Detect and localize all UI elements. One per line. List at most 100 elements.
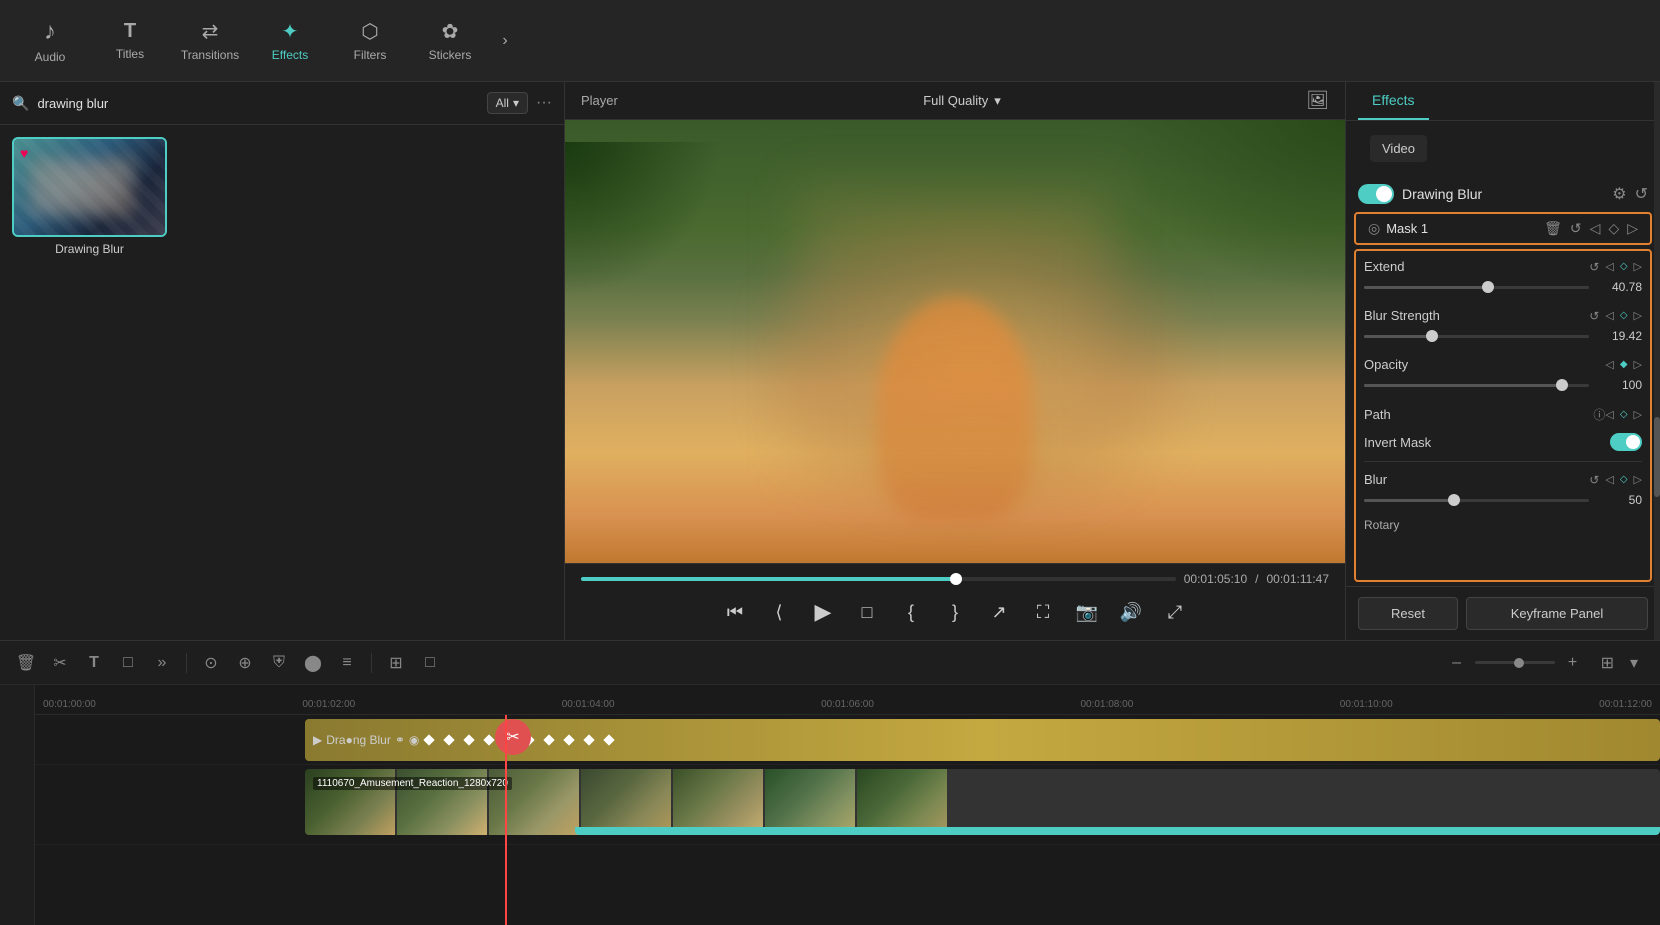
- zoom-track[interactable]: [1475, 661, 1555, 664]
- blur-strength-diamond-icon[interactable]: ◇: [1620, 310, 1628, 321]
- extend-thumb[interactable]: [1482, 281, 1494, 293]
- track-link-icon: ⚭: [395, 733, 405, 747]
- mask-next-icon[interactable]: ▷: [1627, 220, 1638, 237]
- tl-more-button[interactable]: »: [148, 649, 176, 677]
- opacity-next-icon[interactable]: ▷: [1634, 358, 1642, 371]
- progress-bar[interactable]: [581, 577, 1176, 581]
- play-button[interactable]: ▶: [807, 596, 839, 628]
- screenshot-icon[interactable]: 🖼: [1306, 90, 1329, 111]
- zoom-thumb[interactable]: [1514, 658, 1524, 668]
- tl-zoom-in-button[interactable]: +: [1559, 649, 1587, 677]
- filter-dropdown[interactable]: All ▾: [487, 92, 528, 114]
- blur-strength-prev-icon[interactable]: ◁: [1605, 309, 1613, 322]
- blur-strength-slider[interactable]: [1364, 335, 1589, 338]
- quality-selector[interactable]: Full Quality ▾: [923, 93, 1001, 109]
- blur-slider[interactable]: [1364, 499, 1589, 502]
- opacity-diamond-icon[interactable]: ◆: [1620, 359, 1628, 370]
- toolbar-filters[interactable]: ⬡ Filters: [330, 6, 410, 76]
- time-separator: /: [1255, 572, 1258, 586]
- ruler-mark-6: 00:01:10:00: [1340, 699, 1393, 710]
- toolbar-stickers[interactable]: ✿ Stickers: [410, 6, 490, 76]
- audio-button[interactable]: 🔊: [1115, 596, 1147, 628]
- path-prev-icon[interactable]: ◁: [1605, 408, 1613, 421]
- mark-out-button[interactable]: }: [939, 596, 971, 628]
- toolbar-titles[interactable]: T Titles: [90, 6, 170, 76]
- tl-split-button[interactable]: ⊞: [382, 649, 410, 677]
- right-scrollbar-thumb[interactable]: [1654, 417, 1660, 497]
- prop-blur-strength: Blur Strength ↺ ◁ ◇ ▷ 19.42: [1364, 308, 1642, 343]
- extend-next-icon[interactable]: ▷: [1634, 260, 1642, 273]
- mask-prev-icon[interactable]: ◁: [1590, 220, 1601, 237]
- tl-cut-button[interactable]: ✂: [46, 649, 74, 677]
- effect-card-drawing-blur[interactable]: ♥ Drawing Blur: [12, 137, 167, 256]
- step-back-button[interactable]: ⟨: [763, 596, 795, 628]
- more-options-icon[interactable]: ···: [536, 94, 552, 112]
- keyframe-panel-button[interactable]: Keyframe Panel: [1466, 597, 1648, 630]
- progress-thumb[interactable]: [950, 573, 962, 585]
- blur-next-icon[interactable]: ▷: [1634, 473, 1642, 486]
- filters-label: Filters: [354, 48, 387, 62]
- blur-reset-icon[interactable]: ↺: [1589, 473, 1599, 487]
- toolbar-transitions[interactable]: ⇄ Transitions: [170, 6, 250, 76]
- extend-diamond-icon[interactable]: ◇: [1620, 261, 1628, 272]
- tl-delete-button[interactable]: 🗑: [12, 649, 40, 677]
- blur-diamond-icon[interactable]: ◇: [1620, 474, 1628, 485]
- blur-strength-next-icon[interactable]: ▷: [1634, 309, 1642, 322]
- extend-prev-icon[interactable]: ◁: [1605, 260, 1613, 273]
- blur-prev-icon[interactable]: ◁: [1605, 473, 1613, 486]
- filter-label: All: [496, 96, 509, 110]
- reset-button[interactable]: Reset: [1358, 597, 1458, 630]
- tl-shield-button[interactable]: ⛨: [265, 649, 293, 677]
- opacity-prev-icon[interactable]: ◁: [1605, 358, 1613, 371]
- tab-effects[interactable]: Effects: [1358, 82, 1429, 120]
- toolbar-audio[interactable]: ♪ Audio: [10, 6, 90, 76]
- right-scrollbar[interactable]: [1654, 82, 1660, 640]
- crop-button[interactable]: ⤢: [1159, 596, 1191, 628]
- tl-options-button[interactable]: ▾: [1620, 649, 1648, 677]
- tl-add-track-button[interactable]: ⊕: [231, 649, 259, 677]
- stop-button[interactable]: □: [851, 596, 883, 628]
- video-thumb-5: [673, 769, 763, 835]
- tl-track-target-button[interactable]: ⊙: [197, 649, 225, 677]
- effect-reset-icon[interactable]: ↺: [1635, 184, 1648, 204]
- export-button[interactable]: ↗: [983, 596, 1015, 628]
- opacity-thumb[interactable]: [1556, 379, 1568, 391]
- mask-delete-icon[interactable]: 🗑: [1544, 220, 1562, 237]
- blur-strength-reset-icon[interactable]: ↺: [1589, 309, 1599, 323]
- effect-toggle[interactable]: [1358, 184, 1394, 204]
- path-diamond-icon[interactable]: ◇: [1620, 409, 1628, 420]
- tl-zoom-out-button[interactable]: –: [1443, 649, 1471, 677]
- tl-text-button[interactable]: T: [80, 649, 108, 677]
- blur-strength-thumb[interactable]: [1426, 330, 1438, 342]
- video-track[interactable]: 1110670_Amusement_Reaction_1280x720: [305, 769, 1660, 835]
- track-effect-label: Dra●ng Blur: [326, 733, 391, 747]
- extend-slider[interactable]: [1364, 286, 1589, 289]
- tl-menu-button[interactable]: ≡: [333, 649, 361, 677]
- rewind-button[interactable]: ⏮: [719, 596, 751, 628]
- path-next-icon[interactable]: ▷: [1634, 408, 1642, 421]
- playhead[interactable]: [505, 715, 507, 925]
- search-input[interactable]: [37, 96, 478, 111]
- tl-audio-button[interactable]: ⬤: [299, 649, 327, 677]
- mask-reset-icon[interactable]: ↺: [1570, 220, 1582, 237]
- extend-reset-icon[interactable]: ↺: [1589, 260, 1599, 274]
- prop-blur: Blur ↺ ◁ ◇ ▷ 50: [1364, 461, 1642, 507]
- mark-in-button[interactable]: {: [895, 596, 927, 628]
- kf-diamond-7: [544, 734, 555, 745]
- scissors-tool[interactable]: ✂: [495, 719, 531, 755]
- toolbar-expand-button[interactable]: ›: [490, 26, 520, 56]
- opacity-slider[interactable]: [1364, 384, 1589, 387]
- toolbar-effects[interactable]: ✦ Effects: [250, 6, 330, 76]
- tl-grid-button[interactable]: ⊞: [1601, 653, 1614, 673]
- tl-insert-button[interactable]: □: [416, 649, 444, 677]
- mask-diamond-icon[interactable]: ◇: [1608, 220, 1619, 237]
- tl-crop-button[interactable]: □: [114, 649, 142, 677]
- fullscreen-button[interactable]: ⛶: [1027, 596, 1059, 628]
- path-info-icon[interactable]: ⓘ: [1593, 406, 1605, 423]
- camera-button[interactable]: 📷: [1071, 596, 1103, 628]
- subtab-video[interactable]: Video: [1370, 135, 1427, 162]
- invert-mask-toggle[interactable]: [1610, 433, 1642, 451]
- mask-icon: ◎: [1368, 220, 1380, 237]
- blur-thumb[interactable]: [1448, 494, 1460, 506]
- effect-settings-icon[interactable]: ⚙: [1612, 184, 1626, 204]
